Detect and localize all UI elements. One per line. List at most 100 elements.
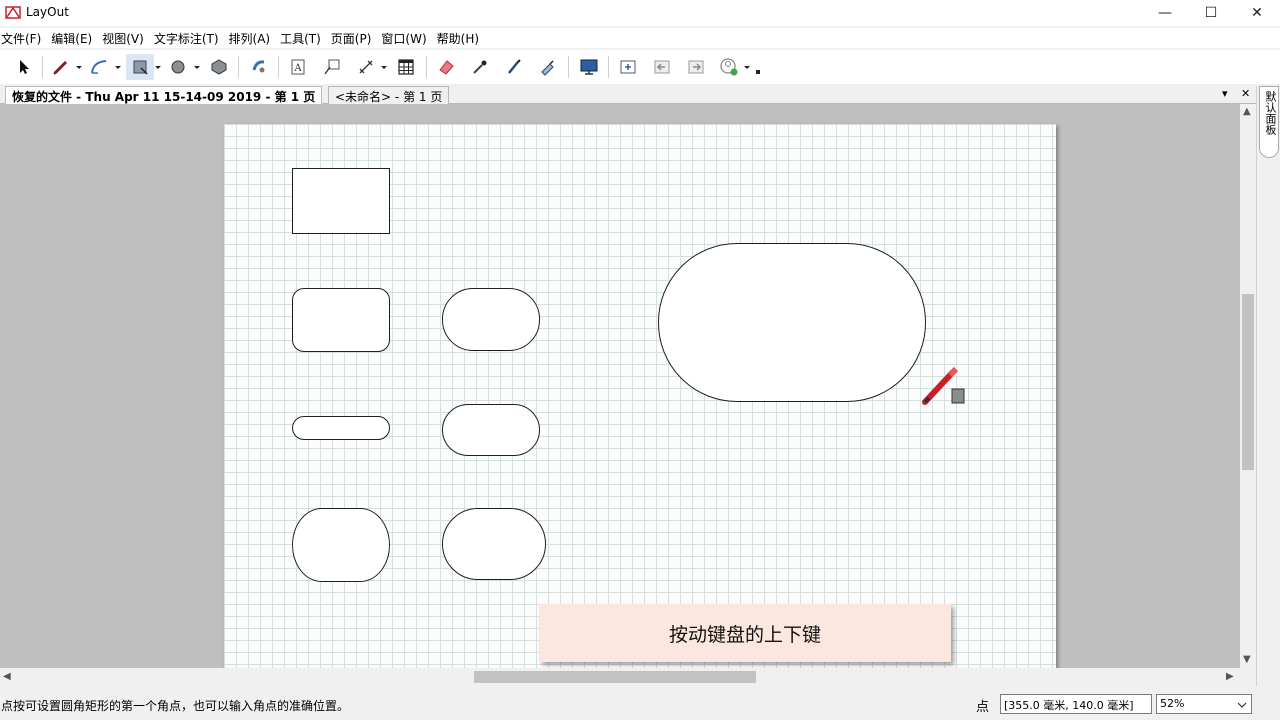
menu-help[interactable]: 帮助(H) <box>436 28 483 48</box>
circle-tool-dropdown[interactable] <box>192 54 202 80</box>
table-tool-icon <box>398 59 414 75</box>
paint-bucket-icon <box>508 59 521 74</box>
label-tool-button[interactable] <box>320 54 344 80</box>
vertical-scroll-thumb[interactable] <box>1242 294 1254 470</box>
horizontal-scrollbar[interactable]: ◀ ▶ <box>0 668 1240 686</box>
toolbar-overflow-icon[interactable] <box>756 70 760 74</box>
presentation-icon <box>580 59 598 75</box>
table-tool-button[interactable] <box>394 54 418 80</box>
arc-tool-dropdown[interactable] <box>113 54 123 80</box>
tab-close-icon[interactable]: ✕ <box>1241 87 1250 100</box>
tab-list-dropdown-icon[interactable]: ▾ <box>1222 87 1228 100</box>
scroll-down-icon[interactable]: ▼ <box>1243 654 1251 665</box>
previous-page-icon <box>654 60 670 74</box>
measurements-input[interactable]: [355.0 毫米, 140.0 毫米] <box>1000 694 1152 714</box>
select-tool-button[interactable] <box>14 54 34 80</box>
paint-bucket-tool-button[interactable] <box>502 54 526 80</box>
chevron-down-icon <box>155 66 161 69</box>
rounded-rectangle-cursor-icon <box>922 366 965 405</box>
menu-tools[interactable]: 工具(T) <box>279 28 325 48</box>
rectangle-tool-icon <box>133 60 148 75</box>
toolbar-separator <box>568 56 569 78</box>
maximize-button[interactable]: ☐ <box>1188 0 1234 26</box>
next-page-button[interactable] <box>684 54 708 80</box>
circle-tool-button[interactable] <box>166 54 190 80</box>
vertical-scrollbar[interactable]: ▲ ▼ <box>1240 104 1256 668</box>
style-sampler-button[interactable] <box>246 54 272 80</box>
split-icon <box>541 60 554 76</box>
maximize-icon: ☐ <box>1204 5 1218 21</box>
chevron-down-icon <box>744 66 750 69</box>
measurement-units-label: 点 <box>976 700 990 715</box>
arc-tool-button[interactable] <box>88 54 110 80</box>
large-rounded-rectangle-shape[interactable] <box>658 243 926 402</box>
caption-overlay: 按动键盘的上下键 <box>539 604 951 662</box>
settings-button[interactable] <box>716 54 742 80</box>
settings-dropdown[interactable] <box>742 54 752 80</box>
add-page-button[interactable] <box>616 54 640 80</box>
pill-shape-small[interactable] <box>292 416 390 440</box>
caption-text: 按动键盘的上下键 <box>668 623 821 646</box>
eraser-tool-button[interactable] <box>434 54 458 80</box>
rectangle-tool-dropdown[interactable] <box>153 54 163 80</box>
side-tray: 默认面板 <box>1256 86 1280 686</box>
status-bar: 点按可设置圆角矩形的第一个角点，也可以输入角点的准确位置。 点 [355.0 毫… <box>0 690 1280 720</box>
style-sampler-icon <box>252 60 265 73</box>
tab-recovered-file[interactable]: 恢复的文件 - Thu Apr 11 15-14-09 2019 - 第 1 页 <box>5 86 323 104</box>
layout-app-window: LayOut — ☐ ✕ 文件(F) 编辑(E) 视图(V) 文字标注(T) 排… <box>0 0 1280 720</box>
svg-text:A: A <box>293 63 302 74</box>
stadium-shape[interactable] <box>442 404 540 456</box>
presentation-button[interactable] <box>576 54 602 80</box>
scroll-right-icon[interactable]: ▶ <box>1226 671 1234 682</box>
rounded-rectangle-shape[interactable] <box>292 288 390 352</box>
close-icon: ✕ <box>1251 5 1263 21</box>
rectangle-tool-button[interactable] <box>126 54 154 80</box>
settings-icon <box>720 58 738 76</box>
chevron-down-icon <box>1237 702 1247 708</box>
scroll-left-icon[interactable]: ◀ <box>3 671 11 682</box>
rounded-pill-shape[interactable] <box>442 288 540 351</box>
dimension-tool-button[interactable] <box>354 54 378 80</box>
capsule-shape[interactable] <box>442 508 546 580</box>
toolbar-separator <box>238 56 239 78</box>
menu-window[interactable]: 窗口(W) <box>380 28 430 48</box>
minimize-button[interactable]: — <box>1142 0 1188 26</box>
toolbar-separator <box>42 56 43 78</box>
chevron-down-icon <box>194 66 200 69</box>
dimension-tool-icon <box>359 60 373 74</box>
eyedropper-icon <box>473 60 487 74</box>
window-title: LayOut <box>26 5 69 19</box>
line-tool-button[interactable] <box>50 54 72 80</box>
select-arrow-icon <box>20 60 29 74</box>
menu-text[interactable]: 文字标注(T) <box>153 28 223 48</box>
menu-view[interactable]: 视图(V) <box>101 28 148 48</box>
split-tool-button[interactable] <box>536 54 560 80</box>
chevron-down-icon <box>76 66 82 69</box>
chevron-down-icon <box>381 66 387 69</box>
menu-pages[interactable]: 页面(P) <box>330 28 376 48</box>
close-button[interactable]: ✕ <box>1234 0 1280 26</box>
label-tool-icon <box>324 59 340 75</box>
rectangle-shape[interactable] <box>292 168 390 234</box>
minimize-icon: — <box>1158 5 1172 21</box>
default-tray-tab[interactable]: 默认面板 <box>1259 86 1279 158</box>
toolbar-separator <box>278 56 279 78</box>
line-tool-dropdown[interactable] <box>74 54 84 80</box>
scroll-up-icon[interactable]: ▲ <box>1243 106 1251 117</box>
document-canvas[interactable]: 按动键盘的上下键 <box>0 104 1240 668</box>
document-tab-bar: 恢复的文件 - Thu Apr 11 15-14-09 2019 - 第 1 页… <box>0 86 1256 104</box>
toolbar-separator <box>608 56 609 78</box>
menu-file[interactable]: 文件(F) <box>0 28 45 48</box>
menu-arrange[interactable]: 排列(A) <box>228 28 275 48</box>
bulged-rectangle-shape[interactable] <box>292 508 390 582</box>
tab-untitled[interactable]: <未命名> - 第 1 页 <box>328 86 450 104</box>
dimension-tool-dropdown[interactable] <box>379 54 389 80</box>
freehand-arc-icon <box>91 60 107 74</box>
polygon-tool-button[interactable] <box>207 54 231 80</box>
horizontal-scroll-thumb[interactable] <box>474 671 756 683</box>
zoom-select[interactable]: 52% <box>1156 694 1252 714</box>
eyedropper-tool-button[interactable] <box>468 54 492 80</box>
text-tool-button[interactable]: A <box>286 54 310 80</box>
menu-edit[interactable]: 编辑(E) <box>50 28 96 48</box>
previous-page-button[interactable] <box>650 54 674 80</box>
